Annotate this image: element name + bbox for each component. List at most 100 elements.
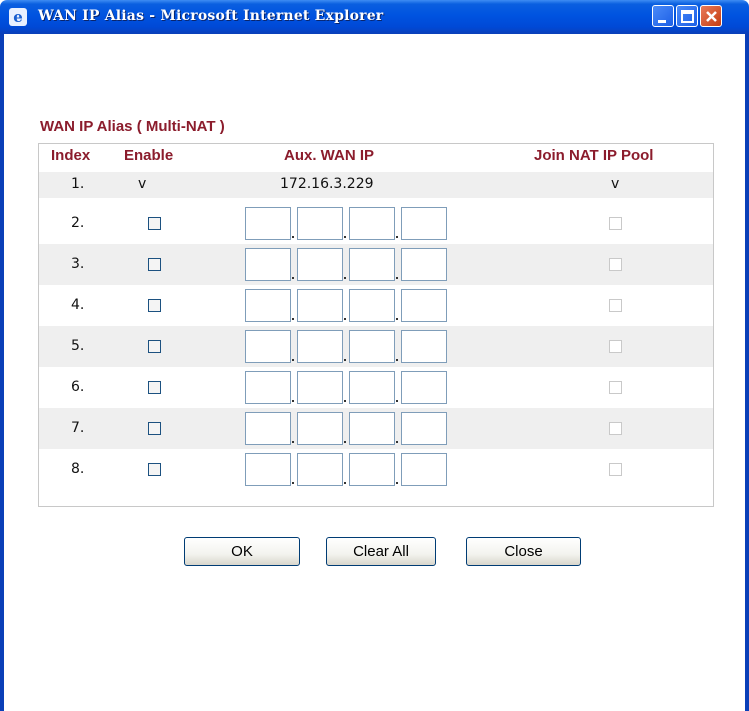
- table-row-1: 1. v 172.16.3.229 v: [39, 172, 713, 198]
- ip-separator-dot: [292, 441, 294, 443]
- table-row: 3.: [39, 244, 713, 285]
- maximize-button[interactable]: [676, 5, 698, 27]
- ip-octet-4-input[interactable]: [401, 371, 447, 404]
- ip-octet-1-input[interactable]: [245, 412, 291, 445]
- window-border-right: [745, 34, 749, 711]
- ip-octet-1-input[interactable]: [245, 330, 291, 363]
- table-row: 5.: [39, 326, 713, 367]
- ip-separator-dot: [396, 359, 398, 361]
- join-nat-pool-checkbox[interactable]: [609, 463, 622, 476]
- clear-all-button[interactable]: Clear All: [326, 537, 436, 566]
- table-row: 6.: [39, 367, 713, 408]
- ip-separator-dot: [292, 359, 294, 361]
- ip-separator-dot: [344, 359, 346, 361]
- ip-separator-dot: [344, 318, 346, 320]
- join-nat-pool-checkbox[interactable]: [609, 381, 622, 394]
- ip-separator-dot: [292, 236, 294, 238]
- ip-octet-1-input[interactable]: [245, 289, 291, 322]
- minimize-button[interactable]: [652, 5, 674, 27]
- ip-octet-4-input[interactable]: [401, 330, 447, 363]
- ip-octet-3-input[interactable]: [349, 248, 395, 281]
- enable-checkbox[interactable]: [148, 381, 161, 394]
- svg-text:e: e: [13, 8, 23, 26]
- ip-octet-3-input[interactable]: [349, 412, 395, 445]
- ip-separator-dot: [396, 236, 398, 238]
- ip-octet-4-input[interactable]: [401, 453, 447, 486]
- ip-octet-1-input[interactable]: [245, 248, 291, 281]
- enable-checkbox[interactable]: [148, 463, 161, 476]
- ip-octet-3-input[interactable]: [349, 453, 395, 486]
- enable-checkbox[interactable]: [148, 217, 161, 230]
- ip-separator-dot: [344, 482, 346, 484]
- ip-octet-2-input[interactable]: [297, 412, 343, 445]
- ip-octet-1-input[interactable]: [245, 207, 291, 240]
- table-row: 8.: [39, 449, 713, 490]
- row-enable-value: v: [138, 176, 147, 192]
- header-index: Index: [51, 147, 91, 164]
- ip-octet-3-input[interactable]: [349, 330, 395, 363]
- title-bar: e WAN IP Alias - Microsoft Internet Expl…: [0, 0, 749, 34]
- join-nat-pool-checkbox[interactable]: [609, 299, 622, 312]
- ip-octet-2-input[interactable]: [297, 330, 343, 363]
- row-index: 3.: [71, 256, 85, 272]
- row-index: 1.: [71, 176, 85, 192]
- header-aux-wan-ip: Aux. WAN IP: [284, 147, 375, 164]
- ip-octet-3-input[interactable]: [349, 371, 395, 404]
- row-join-nat-value: v: [611, 176, 620, 192]
- row-aux-wan-ip: 172.16.3.229: [280, 176, 374, 192]
- ip-separator-dot: [344, 441, 346, 443]
- close-window-button[interactable]: [700, 5, 722, 27]
- join-nat-pool-checkbox[interactable]: [609, 217, 622, 230]
- maximize-icon: [681, 10, 694, 23]
- header-enable: Enable: [124, 147, 174, 164]
- close-button[interactable]: Close: [466, 537, 581, 566]
- minimize-icon: [658, 20, 666, 23]
- page-heading: WAN IP Alias ( Multi-NAT ): [40, 118, 225, 135]
- table-row: 7.: [39, 408, 713, 449]
- ip-octet-2-input[interactable]: [297, 453, 343, 486]
- ip-separator-dot: [396, 400, 398, 402]
- ip-octet-4-input[interactable]: [401, 207, 447, 240]
- ip-separator-dot: [344, 277, 346, 279]
- enable-checkbox[interactable]: [148, 422, 161, 435]
- ip-octet-1-input[interactable]: [245, 371, 291, 404]
- enable-checkbox[interactable]: [148, 299, 161, 312]
- ip-separator-dot: [396, 277, 398, 279]
- ip-separator-dot: [344, 400, 346, 402]
- join-nat-pool-checkbox[interactable]: [609, 340, 622, 353]
- row-index: 2.: [71, 215, 85, 231]
- row-index: 8.: [71, 461, 85, 477]
- header-join-nat-ip-pool: Join NAT IP Pool: [534, 147, 654, 164]
- join-nat-pool-checkbox[interactable]: [609, 422, 622, 435]
- ok-button[interactable]: OK: [184, 537, 300, 566]
- join-nat-pool-checkbox[interactable]: [609, 258, 622, 271]
- ip-octet-3-input[interactable]: [349, 289, 395, 322]
- ip-octet-2-input[interactable]: [297, 248, 343, 281]
- ip-octet-3-input[interactable]: [349, 207, 395, 240]
- ip-octet-2-input[interactable]: [297, 289, 343, 322]
- row-index: 5.: [71, 338, 85, 354]
- ip-octet-1-input[interactable]: [245, 453, 291, 486]
- window-title: WAN IP Alias - Microsoft Internet Explor…: [38, 8, 384, 24]
- internet-explorer-icon: e: [9, 8, 27, 26]
- enable-checkbox[interactable]: [148, 258, 161, 271]
- ip-separator-dot: [292, 277, 294, 279]
- table-row: 4.: [39, 285, 713, 326]
- ip-octet-4-input[interactable]: [401, 289, 447, 322]
- enable-checkbox[interactable]: [148, 340, 161, 353]
- ip-octet-4-input[interactable]: [401, 412, 447, 445]
- ip-separator-dot: [396, 441, 398, 443]
- table-row: 2.: [39, 203, 713, 244]
- ip-separator-dot: [292, 400, 294, 402]
- ip-octet-2-input[interactable]: [297, 207, 343, 240]
- row-index: 6.: [71, 379, 85, 395]
- ip-separator-dot: [396, 482, 398, 484]
- row-index: 4.: [71, 297, 85, 313]
- close-icon: [706, 11, 717, 22]
- ip-octet-4-input[interactable]: [401, 248, 447, 281]
- ip-octet-2-input[interactable]: [297, 371, 343, 404]
- row-index: 7.: [71, 420, 85, 436]
- ip-separator-dot: [292, 482, 294, 484]
- ip-separator-dot: [292, 318, 294, 320]
- ip-separator-dot: [396, 318, 398, 320]
